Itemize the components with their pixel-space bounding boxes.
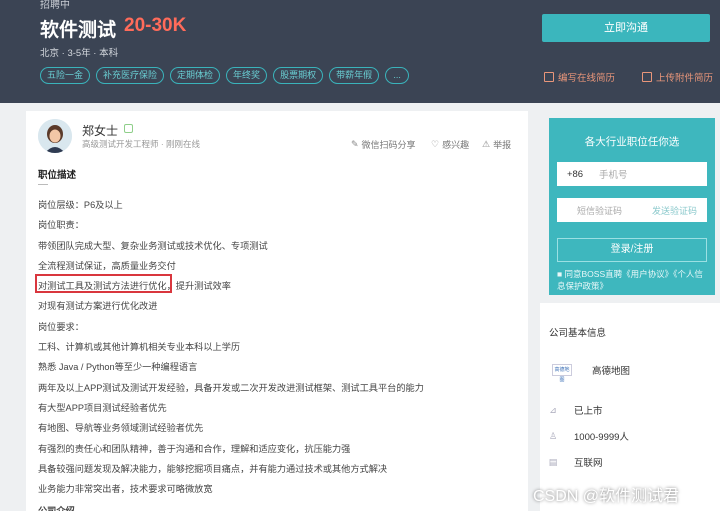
- watermark: CSDN @软件测试君: [533, 488, 680, 505]
- stage-icon: ⊿: [549, 405, 557, 415]
- company-info-panel: 公司基本信息 高德地图 高德地图 ⊿ 已上市 ♙ 1000-9999人 ▤ 互联…: [540, 303, 720, 511]
- login-panel: 各大行业职位任你选 +86 手机号 短信验证码 发送验证码 登录/注册 ■ 同意…: [549, 118, 715, 295]
- salary: 20-30K: [124, 15, 187, 36]
- description-line: 有地图、导航等业务领域测试经验者优先: [38, 423, 204, 433]
- avatar: [38, 119, 72, 153]
- report-label: 举报: [493, 140, 512, 150]
- share-button[interactable]: ✎ 微信扫码分享: [351, 138, 416, 151]
- recruiter-title: 高级测试开发工程师 · 刚刚在线: [82, 139, 201, 149]
- company-industry-row: ▤ 互联网: [548, 455, 603, 469]
- warning-icon: ⚠: [482, 139, 491, 149]
- upload-resume-label: 上传附件简历: [656, 73, 714, 84]
- job-detail-card: 郑女士 高级测试开发工程师 · 刚刚在线 ✎ 微信扫码分享 ♡ 感兴趣 ⚠ 举报…: [26, 111, 528, 511]
- company-size: 1000-9999人: [574, 432, 629, 443]
- benefit-tag: 年终奖: [226, 67, 268, 84]
- company-stage-row: ⊿ 已上市: [548, 403, 603, 417]
- section-title: 职位描述: [38, 170, 77, 181]
- share-icon: ✎: [351, 139, 359, 149]
- upload-resume-link[interactable]: 上传附件简历: [642, 70, 713, 84]
- description-line: 有强烈的责任心和团队精神，善于沟通和合作，理解和适应变化，抗压能力强: [38, 444, 351, 454]
- job-status: 招聘中: [40, 0, 70, 11]
- description-line: 带领团队完成大型、复杂业务测试或技术优化、专项测试: [38, 241, 268, 251]
- company-section-title: 公司基本信息: [549, 328, 607, 339]
- favorite-label: 感兴趣: [442, 140, 470, 150]
- description-line: 岗位要求：: [38, 322, 84, 332]
- company-intro-title: 公司介绍: [38, 506, 75, 511]
- login-title: 各大行业职位任你选: [584, 136, 680, 148]
- description-line: 具备较强问题发现及解决能力，能够挖掘项目痛点，并有能力通过技术或其他方式解决: [38, 464, 388, 474]
- benefit-tag: 股票期权: [273, 67, 324, 84]
- login-button[interactable]: 登录/注册: [557, 238, 707, 262]
- industry-icon: ▤: [548, 457, 558, 467]
- description-line: 业务能力非常突出者，技术要求可略微放宽: [38, 484, 213, 494]
- description-line: 岗位层级：P6及以上: [38, 200, 123, 210]
- company-size-row: ♙ 1000-9999人: [548, 429, 629, 443]
- benefit-tag: 定期体检: [170, 67, 221, 84]
- benefit-tags: 五险一金 补充医疗保险 定期体检 年终奖 股票期权 带薪年假 ...: [40, 67, 410, 84]
- highlight-box: [35, 274, 172, 293]
- sms-code-input[interactable]: 短信验证码: [577, 204, 622, 217]
- report-button[interactable]: ⚠ 举报: [482, 138, 511, 151]
- description-line: 两年及以上APP测试及测试开发经验，具备开发或二次开发改进测试框架、测试工具平台…: [38, 383, 424, 393]
- agreement-checkbox[interactable]: ■ 同意BOSS直聘《用户协议》《个人信息保护政策》: [557, 268, 709, 292]
- job-meta: 北京 · 3-5年 · 本科: [40, 48, 119, 59]
- description-line: 全流程测试保证，高质量业务交付: [38, 261, 176, 271]
- company-logo[interactable]: 高德地图: [552, 364, 572, 383]
- job-header: 招聘中 软件测试 20-30K 北京 · 3-5年 · 本科 五险一金 补充医疗…: [0, 0, 720, 103]
- online-resume-link[interactable]: 编写在线简历: [544, 70, 615, 84]
- description-line: 工科、计算机或其他计算机相关专业本科以上学历: [38, 342, 241, 352]
- company-stage: 已上市: [574, 406, 603, 417]
- apply-button[interactable]: 立即沟通: [542, 14, 710, 42]
- edit-icon: [544, 72, 554, 82]
- online-resume-label: 编写在线简历: [558, 73, 616, 84]
- more-tags-button[interactable]: ...: [385, 67, 410, 84]
- recruiter-avatar-icon: [38, 119, 72, 153]
- favorite-button[interactable]: ♡ 感兴趣: [431, 138, 469, 151]
- description-line: 对现有测试方案进行优化改进: [38, 301, 158, 311]
- send-code-button[interactable]: 发送验证码: [652, 204, 697, 217]
- company-name[interactable]: 高德地图: [592, 363, 630, 377]
- benefit-tag: 补充医疗保险: [96, 67, 165, 84]
- benefit-tag: 带薪年假: [329, 67, 380, 84]
- share-label: 微信扫码分享: [361, 140, 416, 150]
- verified-icon: [124, 124, 133, 133]
- description-line: 有大型APP项目测试经验者优先: [38, 403, 167, 413]
- recruiter-name: 郑女士: [82, 124, 119, 138]
- people-icon: ♙: [548, 431, 558, 441]
- benefit-tag: 五险一金: [40, 67, 91, 84]
- description-line: 岗位职责：: [38, 220, 84, 230]
- country-code-select[interactable]: +86: [557, 169, 593, 180]
- company-industry: 互联网: [574, 458, 603, 469]
- heart-icon: ♡: [431, 139, 440, 149]
- upload-icon: [642, 72, 652, 82]
- sms-code-field[interactable]: 短信验证码 发送验证码: [557, 198, 707, 222]
- description-line: 熟悉 Java / Python等至少一种编程语言: [38, 362, 198, 372]
- divider: [38, 184, 48, 185]
- phone-input[interactable]: 手机号: [593, 167, 628, 181]
- phone-field[interactable]: +86 手机号: [557, 162, 707, 186]
- job-title: 软件测试: [40, 20, 117, 41]
